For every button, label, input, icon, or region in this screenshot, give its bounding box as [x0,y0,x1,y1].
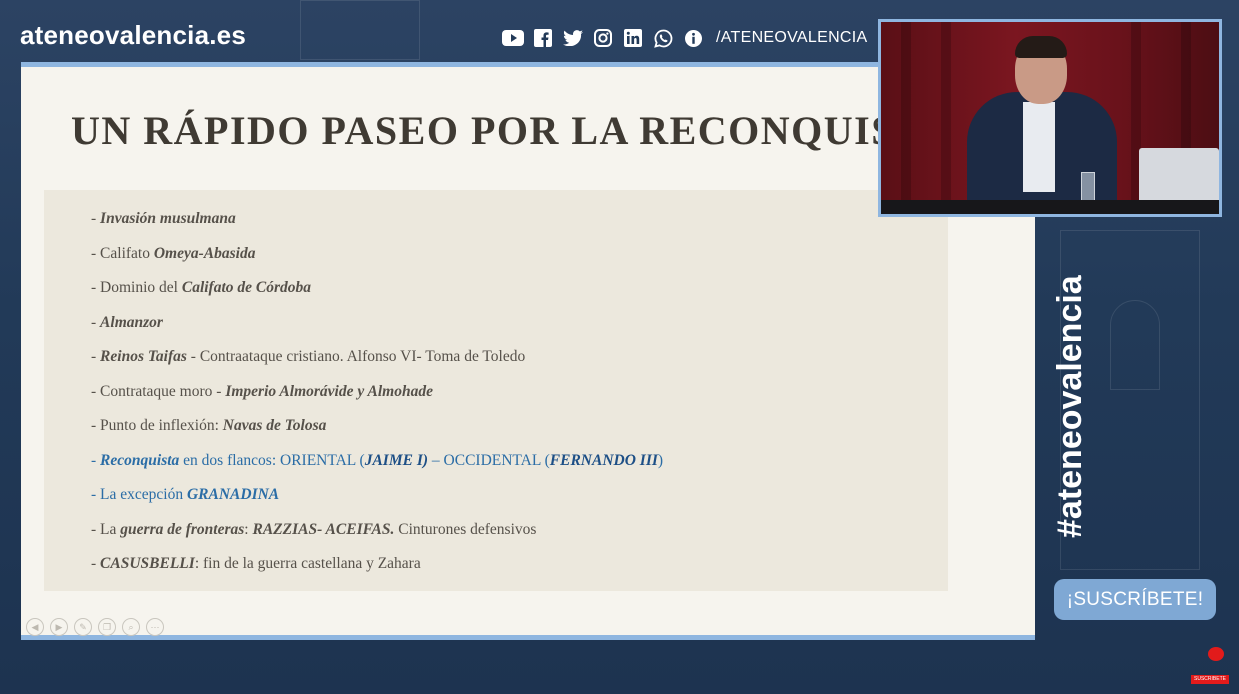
curtain-fold [941,22,951,214]
list-item: - Reconquista en dos flancos: ORIENTAL (… [91,452,664,469]
curtain-fold [901,22,911,214]
copy-icon[interactable]: ❐ [98,618,116,636]
list-item: - Reinos Taifas - Contraataque cristiano… [91,348,526,365]
laptop [1139,148,1219,206]
slide-content-box: - Invasión musulmana - Califato Omeya-Ab… [44,190,948,591]
list-item: - La excepción GRANADINA [91,486,280,503]
youtube-icon[interactable] [502,28,524,48]
brand-site-name[interactable]: ateneovalencia.es [20,20,246,51]
speaker-video-feed [878,19,1222,217]
speaker-hair [1015,36,1067,58]
list-item: - CASUSBELLI: fin de la guerra castellan… [91,555,421,572]
youtube-icon [1208,647,1224,661]
list-item: - Califato Omeya-Abasida [91,245,256,262]
subscribe-button[interactable]: ¡SUSCRÍBETE! [1054,579,1216,620]
slide-controls: ◀ ▶ ✎ ❐ ⌕ ⋯ [26,618,164,636]
water-glass [1081,172,1095,202]
background-building-outline [300,0,420,60]
instagram-icon[interactable] [592,28,614,48]
list-item: - Contrataque moro - Imperio Almorávide … [91,383,433,400]
previous-icon[interactable]: ◀ [26,618,44,636]
more-icon[interactable]: ⋯ [146,618,164,636]
youtube-subscribe-badge[interactable]: SUSCRIBETE [1191,645,1231,685]
list-item: - La guerra de fronteras: RAZZIAS- ACEIF… [91,521,537,538]
zoom-icon[interactable]: ⌕ [122,618,140,636]
list-item: - Almanzor [91,314,163,331]
table [881,200,1219,214]
mini-subscribe-label: SUSCRIBETE [1191,675,1229,684]
hashtag-label: #ateneovalencia [1051,275,1089,538]
linkedin-icon[interactable] [622,28,644,48]
list-item: - Invasión musulmana [91,210,236,227]
speaker-shirt [1023,102,1055,192]
whatsapp-icon[interactable] [652,28,674,48]
hashtag-vertical-text: #ateneovalencia [1050,262,1090,538]
twitter-icon[interactable] [562,28,584,48]
social-links-bar: /ATENEOVALENCIA [502,27,868,49]
slide-title: UN RÁPIDO PASEO POR LA RECONQUISTA [71,108,951,153]
list-item: - Punto de inflexión: Navas de Tolosa [91,417,327,434]
background-building-outline [1110,300,1160,390]
pen-icon[interactable]: ✎ [74,618,92,636]
next-icon[interactable]: ▶ [50,618,68,636]
social-handle[interactable]: /ATENEOVALENCIA [716,29,868,47]
list-item: - Dominio del Califato de Córdoba [91,279,312,296]
facebook-icon[interactable] [532,28,554,48]
info-icon[interactable] [682,28,704,48]
